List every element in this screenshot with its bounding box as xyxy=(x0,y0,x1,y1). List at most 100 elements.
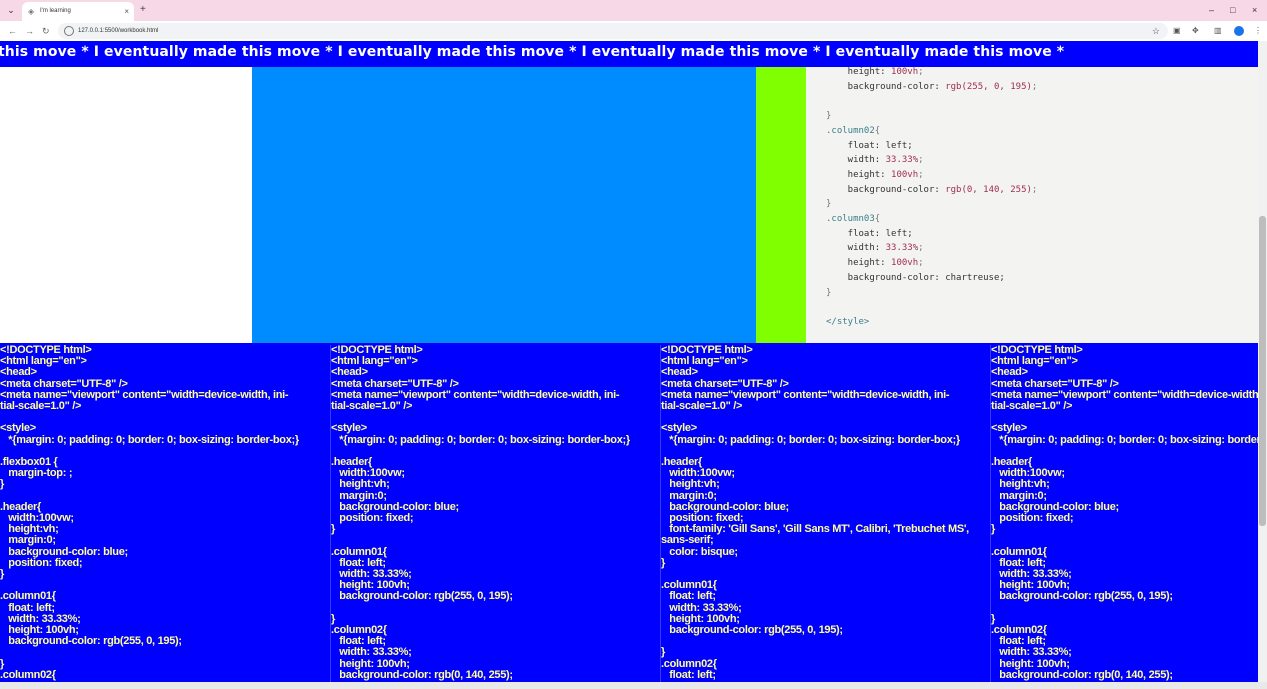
code-token: rgb(0, 140, 255) xyxy=(945,184,1032,195)
code-image-line: <html lang="en"> xyxy=(661,355,748,368)
code-image-line xyxy=(0,491,330,502)
code-image-line xyxy=(991,603,1258,614)
code-panel-line: height: 100vh; xyxy=(826,67,924,78)
code-token: .column03 xyxy=(826,214,875,224)
sidebar-icon[interactable]: ▥ xyxy=(1214,25,1222,37)
code-image-line xyxy=(661,412,990,423)
puzzle-icon[interactable]: ✥ xyxy=(1192,25,1199,37)
code-image-line: background-color: rgb(0, 140, 255); xyxy=(331,668,513,681)
code-panel-line: height: 100vh; xyxy=(826,169,924,181)
code-image-line: <style> xyxy=(0,422,36,435)
code-panel-line: } xyxy=(826,198,831,210)
code-image-column: <!DOCTYPE html> <html lang="en"> <head> <me… xyxy=(330,345,660,682)
code-image-line: tial-scale=1.0" /> xyxy=(661,400,743,413)
tab-close-icon[interactable]: × xyxy=(124,6,129,17)
code-image-line: } xyxy=(661,646,665,659)
code-image-line xyxy=(331,603,660,614)
code-token: .column02 xyxy=(826,125,875,136)
window-close-button[interactable]: × xyxy=(1252,3,1257,17)
browser-toolbar: ← → ↻ 127.0.0.1:5500/workbook.html ☆ ▣ ✥… xyxy=(0,21,1267,41)
column02 xyxy=(252,67,756,343)
code-panel-line: } xyxy=(826,287,831,299)
code-image-line xyxy=(0,412,330,423)
code-token: 100vh xyxy=(891,67,919,77)
code-image-line: } xyxy=(0,568,4,581)
profile-icon[interactable] xyxy=(1234,26,1244,36)
code-token: height: xyxy=(826,169,892,180)
url-text[interactable]: 127.0.0.1:5500/workbook.html xyxy=(78,25,158,37)
code-image-line: margin-top: ; xyxy=(0,467,73,480)
minimize-button[interactable]: – xyxy=(1209,3,1214,17)
reload-icon[interactable]: ↻ xyxy=(42,24,50,38)
address-bar[interactable]: 127.0.0.1:5500/workbook.html ☆ xyxy=(58,23,1168,39)
maximize-button[interactable]: □ xyxy=(1230,3,1235,17)
code-token: ; xyxy=(1031,81,1038,92)
code-image-line xyxy=(331,446,660,457)
code-panel-line: background-color: rgb(255, 0, 195); xyxy=(826,81,1038,93)
extension-icon[interactable]: ▣ xyxy=(1173,25,1181,37)
code-token: ; xyxy=(1031,184,1038,195)
code-token: ; xyxy=(918,258,924,269)
code-image-line: width: 33.33%; xyxy=(991,646,1072,659)
vertical-scrollbar[interactable] xyxy=(1258,41,1267,682)
code-images-row: <!DOCTYPE html> <html lang="en"> <head> <me… xyxy=(0,343,1258,682)
code-panel-line: float: left; xyxy=(826,140,913,152)
code-token: 100vh xyxy=(891,169,919,180)
code-image-line: height:vh; xyxy=(331,478,390,491)
code-image-line xyxy=(331,535,660,546)
code-token: float: left; xyxy=(826,140,913,151)
menu-icon[interactable]: ⋮ xyxy=(1254,25,1262,37)
code-image-line: background-color: rgb(0, 140, 255); xyxy=(991,668,1173,681)
code-token: ; xyxy=(918,155,924,166)
code-image-line: height:vh; xyxy=(661,478,720,491)
code-image-line xyxy=(331,412,660,423)
code-image-line: tial-scale=1.0" /> xyxy=(991,400,1073,413)
code-image-line: height:vh; xyxy=(991,478,1050,491)
code-token: background-color: xyxy=(826,81,946,92)
code-image-line: *{margin: 0; padding: 0; border: 0; box-… xyxy=(0,433,299,446)
scrollbar-thumb[interactable] xyxy=(1259,216,1266,526)
code-image-line: float: left; xyxy=(661,590,716,603)
code-token: { xyxy=(874,125,881,136)
fixed-header: this move * I eventually made this move … xyxy=(0,41,1258,67)
code-image-line: background-color: rgb(255, 0, 195); xyxy=(991,590,1173,603)
code-image-line: tial-scale=1.0" /> xyxy=(331,400,413,413)
code-image-line: color: bisque; xyxy=(661,545,738,558)
code-image-line: <head> xyxy=(0,366,37,379)
code-image-line: position: fixed; xyxy=(991,512,1074,525)
code-image-line: <head> xyxy=(661,366,698,379)
code-panel-line: float: left; xyxy=(826,228,913,240)
horizontal-scrollbar[interactable] xyxy=(0,682,1267,689)
code-image-line: *{margin: 0; padding: 0; border: 0; box-… xyxy=(661,433,960,446)
code-image-line: <head> xyxy=(331,366,368,379)
site-info-icon[interactable] xyxy=(64,26,74,36)
column03 xyxy=(756,67,806,343)
code-image-line xyxy=(0,647,330,658)
code-token: 33.33% xyxy=(885,243,919,254)
forward-icon[interactable]: → xyxy=(25,24,34,38)
code-token: } xyxy=(826,111,832,122)
code-image-line: <style> xyxy=(991,422,1027,435)
browser-tab[interactable]: ◈ I'm learning × xyxy=(22,2,134,21)
code-token: rgb(255, 0, 195) xyxy=(945,81,1032,92)
code-token: ; xyxy=(918,67,924,77)
column01 xyxy=(0,67,252,343)
code-image-line: <style> xyxy=(331,422,367,435)
tab-search-icon[interactable]: ⌄ xyxy=(4,3,18,17)
code-image-line: *{margin: 0; padding: 0; border: 0; box-… xyxy=(331,433,630,446)
code-image-column: <!DOCTYPE html> <html lang="en"> <head> <me… xyxy=(660,345,990,682)
code-image-line: <html lang="en"> xyxy=(991,355,1078,368)
star-icon[interactable]: ☆ xyxy=(1152,24,1160,38)
code-token: ; xyxy=(918,169,924,180)
new-tab-button[interactable]: + xyxy=(140,3,146,17)
code-token: 33.33% xyxy=(885,155,919,166)
tab-favicon-icon: ◈ xyxy=(28,7,35,16)
code-image-line: .column02{ xyxy=(0,668,56,681)
code-token: { xyxy=(874,214,881,224)
page-viewport: this move * I eventually made this move … xyxy=(0,41,1258,682)
code-image-line: } xyxy=(991,523,995,536)
code-token: </style> xyxy=(826,316,870,327)
code-panel-line: background-color: chartreuse; xyxy=(826,272,1005,284)
code-token: height: xyxy=(826,67,892,77)
back-icon[interactable]: ← xyxy=(8,24,17,38)
